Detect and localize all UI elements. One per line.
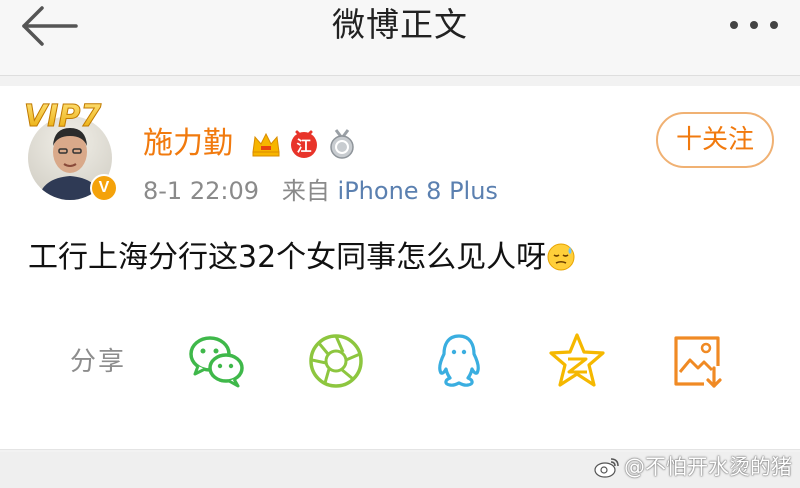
share-wechat-button[interactable] <box>186 330 248 392</box>
vip-badge-icon: VIP7 <box>24 99 102 133</box>
post-text: 工行上海分行这32个女同事怎么见人呀 <box>28 240 547 275</box>
follow-button[interactable]: 十关注 <box>656 112 774 168</box>
save-image-button[interactable] <box>666 330 728 392</box>
navigation-bar: 微博正文 <box>0 0 800 76</box>
red-badge-text: 江 <box>296 137 311 155</box>
author-name[interactable]: 施力勤 <box>143 124 233 164</box>
weibo-logo-icon <box>594 458 619 478</box>
wechat-icon <box>189 336 244 388</box>
qq-icon <box>438 334 480 387</box>
post-time: 8-1 22:09 <box>143 177 259 205</box>
watermark-text: @不怕开水烫的猪 <box>624 455 792 479</box>
share-moments-button[interactable] <box>305 330 367 392</box>
share-label: 分享 <box>70 347 127 377</box>
source-prefix: 来自 <box>281 177 330 205</box>
verified-badge-icon: V <box>90 174 118 202</box>
moments-icon <box>309 334 363 388</box>
silver-medal-icon[interactable] <box>326 128 358 160</box>
crown-icon[interactable] <box>250 128 282 160</box>
more-options-button[interactable] <box>722 6 786 44</box>
post-body: 工行上海分行这32个女同事怎么见人呀 <box>28 236 576 280</box>
red-badge-icon[interactable]: 江 <box>288 128 320 160</box>
page-title: 微博正文 <box>332 5 468 44</box>
author-badges: 江 <box>250 126 358 162</box>
post-meta: 8-1 22:09 来自 iPhone 8 Plus <box>143 176 498 206</box>
qzone-icon <box>549 333 605 387</box>
more-dots-icon <box>730 21 778 29</box>
save-image-icon <box>674 336 722 388</box>
author-avatar[interactable]: VIP7 V <box>22 98 122 202</box>
watermark: @不怕开水烫的猪 <box>594 452 792 482</box>
vip-label: VIP7 <box>24 99 101 132</box>
post-source[interactable]: iPhone 8 Plus <box>338 177 498 205</box>
share-qq-button[interactable] <box>428 330 490 392</box>
sweat-face-emoji-icon <box>547 243 575 271</box>
post-card: VIP7 V 施力勤 江 十关注 8-1 22:09 来自 iPhone 8 P… <box>0 86 800 450</box>
share-qzone-button[interactable] <box>546 330 608 392</box>
